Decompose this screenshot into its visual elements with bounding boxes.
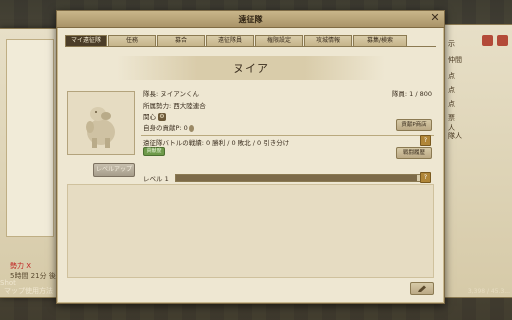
list-item: 点 xyxy=(448,72,455,80)
window-title: 遠征隊 xyxy=(238,14,263,24)
expedition-name: ヌイア xyxy=(233,62,269,75)
tab-recruit-search[interactable]: 募集/検索 xyxy=(353,35,407,46)
leader-text: 隊長: ヌイアンくん xyxy=(143,90,199,98)
list-item: 隊人 xyxy=(448,132,462,140)
tab-gathering[interactable]: 募合 xyxy=(157,35,205,46)
map-usage-link[interactable]: マップ使用方法 xyxy=(4,286,53,296)
battle-help-icon[interactable]: ? xyxy=(420,135,431,146)
interest-label: 関心 xyxy=(143,113,156,121)
tab-bar: マイ遠征隊 任務 募合 遠征隊員 権限設定 攻城情報 募集/検索 xyxy=(65,35,436,47)
tab-my-expedition[interactable]: マイ遠征隊 xyxy=(65,35,107,46)
faction-text: 所属勢力: 西大陸連合 xyxy=(143,102,206,110)
level-progress-bar xyxy=(175,174,423,182)
contribution-point-icon xyxy=(188,124,194,132)
right-side-panel: 示 仲間 点 点 点 票 人 隊人 3,398 / 45.3... xyxy=(441,24,512,298)
tab-permissions[interactable]: 権限設定 xyxy=(255,35,303,46)
levelup-button[interactable]: レベルアップ xyxy=(93,163,135,177)
potion-icon[interactable] xyxy=(497,35,508,46)
interest-row: 関心 ⚙ xyxy=(143,111,166,121)
left-side-panel xyxy=(0,28,59,298)
right-stat-text: 3,398 / 45.3... xyxy=(467,288,510,295)
time-remaining-text: 5時間 21分 後 xyxy=(10,272,56,280)
list-item: 票 xyxy=(448,114,455,122)
expedition-emblem xyxy=(67,91,135,155)
expedition-window: 遠征隊 ✕ マイ遠征隊 任務 募合 遠征隊員 権限設定 攻城情報 募集/検索 ヌ… xyxy=(56,10,445,304)
faction-status-text: 勢力 X xyxy=(10,262,32,270)
tab-siege-info[interactable]: 攻城情報 xyxy=(304,35,352,46)
left-panel-inner xyxy=(6,39,54,237)
interest-setting-icon[interactable]: ⚙ xyxy=(158,113,166,121)
list-item: 仲間 xyxy=(448,56,462,64)
right-panel-icons xyxy=(482,35,508,46)
tab-quests[interactable]: 任務 xyxy=(108,35,156,46)
emblem-creature-icon xyxy=(86,107,115,148)
list-item: 点 xyxy=(448,86,455,94)
section-divider xyxy=(141,135,434,136)
contribution-shop-button[interactable]: 貢献P商店 xyxy=(396,119,432,131)
list-item: 示 xyxy=(448,40,455,48)
level-progress-fill xyxy=(176,175,418,181)
contribution-row: 自身の貢献P: 0 xyxy=(143,122,194,132)
expedition-notice-area[interactable] xyxy=(67,184,434,278)
edit-notice-button[interactable] xyxy=(410,282,434,295)
level-help-icon[interactable]: ? xyxy=(420,172,431,183)
tab-members[interactable]: 遠征隊員 xyxy=(206,35,254,46)
close-icon[interactable]: ✕ xyxy=(429,12,441,24)
member-count: 隊員: 1 / 800 xyxy=(391,90,432,98)
potion-icon[interactable] xyxy=(482,35,493,46)
level-label: レベル 1 xyxy=(143,175,169,183)
status-badge: 貢献度 xyxy=(143,147,165,156)
window-title-bar[interactable]: 遠征隊 xyxy=(57,11,444,28)
battle-record-text: 遠征隊バトルの戦績: 0 勝利 / 0 敗北 / 0 引き分け xyxy=(143,139,290,147)
expedition-name-banner: ヌイア xyxy=(117,56,385,80)
pencil-icon xyxy=(418,285,426,292)
battle-history-button[interactable]: 戦闘履歴 xyxy=(396,147,432,159)
contribution-text: 自身の貢献P: 0 xyxy=(143,124,188,132)
list-item: 点 xyxy=(448,100,455,108)
